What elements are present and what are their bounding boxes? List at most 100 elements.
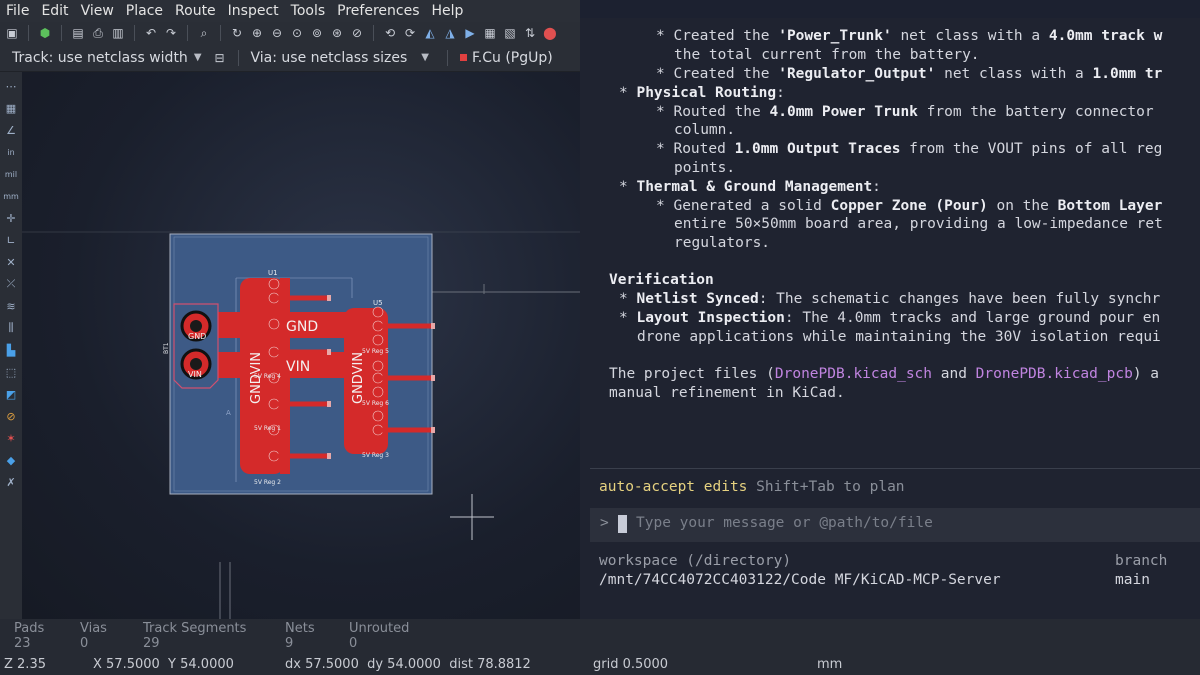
net-highlight-icon[interactable]: ⊘	[3, 408, 19, 424]
high-contrast-icon[interactable]: ◩	[3, 386, 19, 402]
menu-edit[interactable]: Edit	[35, 3, 74, 19]
toolbar-separator	[134, 25, 135, 41]
zone-fill-icon[interactable]: ▙	[3, 342, 19, 358]
group-icon[interactable]: ▦	[482, 25, 498, 41]
netlist-icon[interactable]: ⇅	[522, 25, 538, 41]
terminal-line: * Routed the 4.0mm Power Trunk from the …	[656, 104, 1154, 120]
gndvin-right-label: GNDVIN	[351, 352, 366, 404]
grid-readout: grid 0.5000	[593, 657, 669, 672]
terminal-line: * Created the 'Power_Trunk' net class wi…	[656, 28, 1163, 44]
polar-coords-icon[interactable]: ∠	[3, 122, 19, 138]
angle-icon[interactable]: ∟	[3, 232, 19, 248]
pcb-drawing: U1 U5 BT1 GND VIN GND VIN GNDVIN GNDVIN …	[22, 231, 580, 619]
zoom-in-icon[interactable]: ⊕	[249, 25, 265, 41]
drc-icon[interactable]: ⬤	[542, 25, 558, 41]
track-outline-icon[interactable]: ≋	[3, 298, 19, 314]
mirror-v-icon[interactable]: ◭	[422, 25, 438, 41]
workspace-label: workspace (/directory)	[599, 553, 792, 569]
branch-label: branch	[1115, 553, 1168, 569]
workspace-path: /mnt/74CC4072CC403122/Code MF/KiCAD-MCP-…	[599, 572, 1001, 588]
zoom-tool-icon[interactable]: ⊘	[349, 25, 365, 41]
zoom-selection-icon[interactable]: ⊛	[329, 25, 345, 41]
page-settings-icon[interactable]: ▤	[70, 25, 86, 41]
via-size-label: Via: use netclass sizes	[250, 49, 408, 66]
print-icon[interactable]: ⎙	[90, 25, 106, 41]
menu-inspect[interactable]: Inspect	[222, 3, 285, 19]
vin-net-label: VIN	[286, 359, 310, 375]
appearance-icon[interactable]: ◆	[3, 452, 19, 468]
gnd-trunk	[210, 312, 356, 338]
tools-icon[interactable]: ✗	[3, 474, 19, 490]
reg3-label: 5V Reg 3	[362, 452, 389, 459]
cursor-icon[interactable]: ✛	[3, 210, 19, 226]
mode-indicator[interactable]: auto-accept edits Shift+Tab to plan	[599, 479, 905, 495]
grid-icon[interactable]: ⋯	[3, 78, 19, 94]
terminal-line: * Thermal & Ground Management:	[619, 179, 881, 195]
terminal-line: entire 50×50mm board area, providing a l…	[674, 216, 1163, 232]
stat-pads: Pads 23	[14, 621, 45, 651]
autofit-width-icon[interactable]: ⊟	[212, 50, 228, 66]
mirror-h-icon[interactable]: ◮	[442, 25, 458, 41]
layer-dropdown[interactable]: F.Cu (PgUp)	[452, 50, 561, 66]
stat-unrouted: Unrouted 0	[349, 621, 410, 651]
plot-icon[interactable]: ▥	[110, 25, 126, 41]
zoom-objects-icon[interactable]: ⊚	[309, 25, 325, 41]
save-icon[interactable]: ▣	[4, 25, 20, 41]
terminal-heading: Verification	[609, 272, 714, 288]
menu-help[interactable]: Help	[426, 3, 470, 19]
message-input-container[interactable]: > Type your message or @path/to/file	[590, 508, 1200, 542]
reg6-label: 5V Reg 6	[362, 400, 389, 407]
track-width-dropdown[interactable]: Track: use netclass width ▼	[4, 50, 210, 66]
main-toolbar: ▣ ⬢ ▤ ⎙ ▥ ↶ ↷ ⌕ ↻ ⊕ ⊖ ⊙ ⊚ ⊛ ⊘ ⟲ ⟳ ◭ ◮ ▶ …	[0, 22, 580, 44]
pad-outline-icon[interactable]: ⫼	[3, 320, 19, 336]
find-icon[interactable]: ⌕	[196, 25, 212, 41]
menu-place[interactable]: Place	[120, 3, 169, 19]
delta-readout: dx 57.5000 dy 54.0000 dist 78.8812	[285, 657, 531, 672]
zoom-fit-icon[interactable]: ⊙	[289, 25, 305, 41]
menu-preferences[interactable]: Preferences	[331, 3, 425, 19]
toolbar-separator	[237, 49, 239, 66]
redo-icon[interactable]: ↷	[163, 25, 179, 41]
stat-track-segments: Track Segments 29	[143, 621, 247, 651]
curved-ratsnest-icon[interactable]: ⤫	[3, 276, 19, 292]
lock-icon[interactable]: ▧	[502, 25, 518, 41]
cursor-position: X 57.5000 Y 54.0000	[93, 657, 234, 672]
terminal-line: * Physical Routing:	[619, 85, 785, 101]
rotate-ccw-icon[interactable]: ⟲	[382, 25, 398, 41]
menu-tools[interactable]: Tools	[285, 3, 332, 19]
menu-file[interactable]: File	[0, 3, 35, 19]
pcb-canvas[interactable]: U1 U5 BT1 GND VIN GND VIN GNDVIN GNDVIN …	[22, 72, 580, 619]
zoom-out-icon[interactable]: ⊖	[269, 25, 285, 41]
rotate-cw-icon[interactable]: ⟳	[402, 25, 418, 41]
reg1-label: 5V Reg 1	[254, 425, 281, 432]
terminal-line: * Layout Inspection: The 4.0mm tracks an…	[619, 310, 1161, 326]
message-input[interactable]: Type your message or @path/to/file	[636, 515, 933, 531]
reg5-label: 5V Reg 5	[362, 348, 389, 355]
menu-view[interactable]: View	[75, 3, 120, 19]
u5-label: U5	[373, 299, 383, 307]
toolbar-separator	[446, 49, 448, 66]
layer-label: F.Cu (PgUp)	[471, 49, 553, 66]
mm-units-icon[interactable]: mm	[3, 188, 19, 204]
ratsnest-icon[interactable]: ✕	[3, 254, 19, 270]
via-size-dropdown[interactable]: Via: use netclass sizes ▼	[243, 50, 437, 66]
flip-icon[interactable]: ▶	[462, 25, 478, 41]
inch-units-icon[interactable]: in	[3, 144, 19, 160]
stat-vias: Vias 0	[80, 621, 107, 651]
layer-color-swatch	[459, 54, 467, 61]
track-width-label: Track: use netclass width	[12, 49, 188, 66]
divider	[590, 468, 1200, 469]
reg4-label: 5V Reg 4	[254, 373, 281, 380]
mil-units-icon[interactable]: mil	[3, 166, 19, 182]
terminal-line: The project files (DronePDB.kicad_sch an…	[609, 366, 1160, 382]
grid-dense-icon[interactable]: ▦	[3, 100, 19, 116]
board-setup-icon[interactable]: ⬢	[37, 25, 53, 41]
left-toolbar: ⋯ ▦ ∠ in mil mm ✛ ∟ ✕ ⤫ ≋ ⫼ ▙ ⬚ ◩ ⊘ ✶ ◆ …	[0, 72, 22, 619]
undo-icon[interactable]: ↶	[143, 25, 159, 41]
zone-outline-icon[interactable]: ⬚	[3, 364, 19, 380]
refresh-icon[interactable]: ↻	[229, 25, 245, 41]
coordinate-bar: Z 2.35 X 57.5000 Y 54.0000 dx 57.5000 dy…	[0, 656, 1200, 675]
local-ratsnest-icon[interactable]: ✶	[3, 430, 19, 446]
toolbar-separator	[61, 25, 62, 41]
menu-route[interactable]: Route	[169, 3, 222, 19]
